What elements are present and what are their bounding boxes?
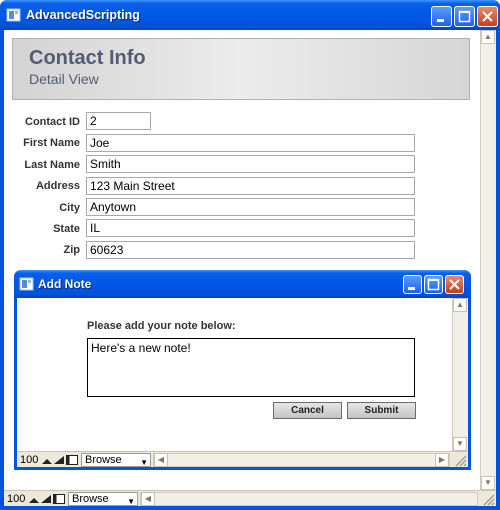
main-window-title: AdvancedScripting <box>26 8 140 22</box>
zoom-in-icon[interactable] <box>53 455 65 465</box>
last-name-label: Last Name <box>24 159 80 171</box>
address-label: Address <box>35 180 80 192</box>
close-icon <box>482 11 493 22</box>
chevron-down-icon: ▼ <box>127 497 135 506</box>
header-banner: Contact Info Detail View <box>12 38 470 100</box>
dialog-minimize-button[interactable] <box>403 275 422 294</box>
contact-id-field[interactable]: 2 <box>86 112 151 130</box>
scroll-right-icon[interactable]: ▶ <box>435 453 449 467</box>
page-subtitle: Detail View <box>29 71 99 87</box>
mode-value: Browse <box>85 454 122 466</box>
add-note-dialog: Add Note Please add your note below: Her… <box>14 270 471 470</box>
zoom-level[interactable]: 100 <box>20 454 38 466</box>
resize-grip-icon[interactable] <box>481 492 495 506</box>
city-field[interactable]: Anytown <box>86 198 415 216</box>
dialog-maximize-button[interactable] <box>424 275 443 294</box>
note-prompt: Please add your note below: <box>87 320 236 332</box>
close-button[interactable] <box>477 6 498 27</box>
address-field[interactable]: 123 Main Street <box>86 177 415 195</box>
minimize-icon <box>408 287 415 290</box>
zoom-out-icon[interactable] <box>28 494 40 504</box>
zoom-out-icon[interactable] <box>41 455 53 465</box>
dialog-title-bar[interactable]: Add Note <box>14 270 471 298</box>
scroll-up-icon[interactable]: ▲ <box>453 298 467 312</box>
main-horizontal-scrollbar[interactable]: ◀ <box>140 492 478 506</box>
main-title-bar[interactable]: AdvancedScripting <box>0 0 500 30</box>
dialog-close-button[interactable] <box>445 275 464 294</box>
resize-grip-icon[interactable] <box>453 453 467 467</box>
mode-selector[interactable]: Browse ▼ <box>81 453 151 467</box>
zoom-level[interactable]: 100 <box>7 493 25 505</box>
dialog-title: Add Note <box>38 277 92 291</box>
dialog-horizontal-scrollbar[interactable]: ◀ ▶ <box>153 453 450 467</box>
zip-label: Zip <box>63 244 81 256</box>
submit-button[interactable]: Submit <box>347 402 416 419</box>
scroll-up-icon[interactable]: ▲ <box>481 30 495 44</box>
close-icon <box>449 279 460 290</box>
filemaker-app-icon <box>19 277 34 291</box>
zip-field[interactable]: 60623 <box>86 241 415 259</box>
cancel-button[interactable]: Cancel <box>273 402 342 419</box>
mode-value: Browse <box>72 493 109 505</box>
note-textarea[interactable]: Here's a new note! <box>87 338 415 397</box>
status-area-toggle-icon[interactable] <box>66 455 78 465</box>
scroll-left-icon[interactable]: ◀ <box>154 453 168 467</box>
minimize-button[interactable] <box>431 6 452 27</box>
first-name-label: First Name <box>23 137 80 149</box>
scroll-down-icon[interactable]: ▼ <box>453 437 467 451</box>
dialog-content-area: Please add your note below: Here's a new… <box>17 298 468 467</box>
scroll-down-icon[interactable]: ▼ <box>481 476 495 490</box>
mode-selector[interactable]: Browse ▼ <box>68 492 138 506</box>
chevron-down-icon: ▼ <box>140 458 148 467</box>
minimize-icon <box>437 19 444 22</box>
zoom-in-icon[interactable] <box>40 494 52 504</box>
last-name-field[interactable]: Smith <box>86 155 415 173</box>
filemaker-app-icon <box>6 8 21 22</box>
scroll-left-icon[interactable]: ◀ <box>141 492 155 506</box>
maximize-icon <box>458 10 471 23</box>
page-title: Contact Info <box>29 47 146 69</box>
state-label: State <box>53 223 80 235</box>
maximize-icon <box>427 278 440 291</box>
maximize-button[interactable] <box>454 6 475 27</box>
contact-id-label: Contact ID <box>25 116 80 128</box>
main-vertical-scrollbar[interactable]: ▲ ▼ <box>480 30 496 490</box>
dialog-vertical-scrollbar[interactable]: ▲ ▼ <box>452 298 468 451</box>
status-area-toggle-icon[interactable] <box>53 494 65 504</box>
first-name-field[interactable]: Joe <box>86 134 415 152</box>
city-label: City <box>59 202 80 214</box>
state-field[interactable]: IL <box>86 219 415 237</box>
main-status-bar: 100 Browse ▼ ◀ <box>4 490 496 506</box>
dialog-status-bar: 100 Browse ▼ ◀ ▶ <box>17 451 468 467</box>
